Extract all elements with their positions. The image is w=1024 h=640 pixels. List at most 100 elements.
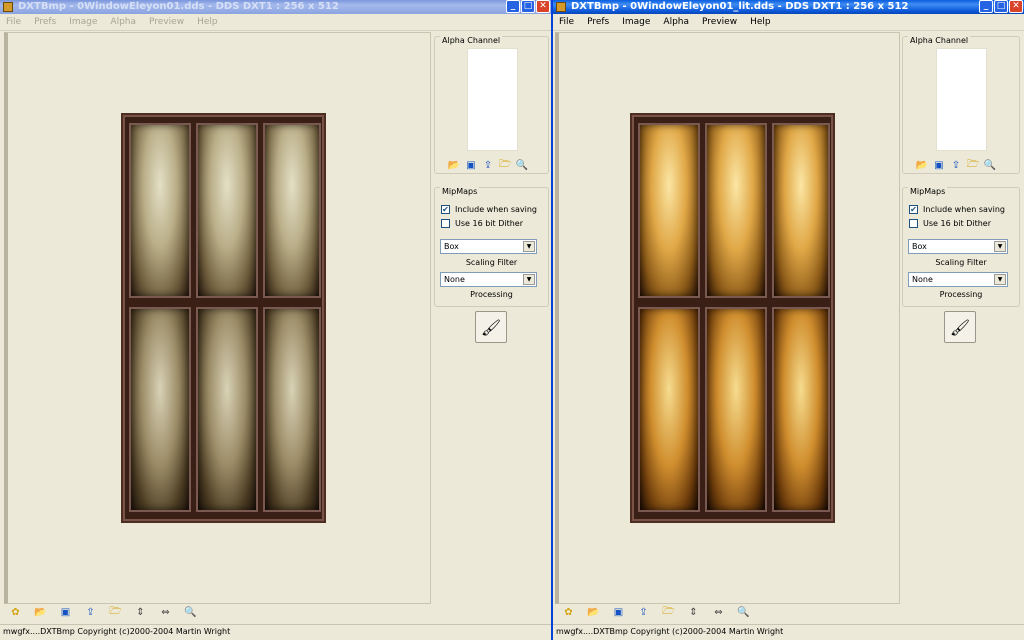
open-folder-icon[interactable]: 📂 (914, 158, 930, 172)
export-icon[interactable]: ⇪ (634, 604, 653, 621)
export-icon[interactable]: ⇪ (480, 158, 496, 172)
window-pane (263, 307, 321, 512)
scaling-filter-label: Scaling Filter (935, 258, 987, 267)
open-folder-icon[interactable]: 📂 (584, 604, 603, 621)
checkbox-label: Include when saving (923, 205, 1005, 214)
zoom-icon[interactable]: 🔍 (181, 604, 200, 621)
chevron-down-icon[interactable]: ▼ (523, 241, 535, 252)
butterfly-icon[interactable]: ✿ (6, 604, 25, 621)
view-icon[interactable]: 🔍 (982, 158, 998, 172)
title-bar[interactable]: DXTBmp - 0WindowEleyon01_lit.dds - DDS D… (553, 0, 1024, 14)
import-icon[interactable]: ▣ (609, 604, 628, 621)
zoom-icon[interactable]: 🔍 (734, 604, 753, 621)
title-bar[interactable]: DXTBmp - 0WindowEleyon01.dds - DDS DXT1 … (0, 0, 551, 14)
window-pane (772, 307, 830, 512)
group-title: Alpha Channel (908, 36, 971, 45)
menu-preview[interactable]: Preview (696, 17, 744, 27)
bottom-toolbar: ✿ 📂 ▣ ⇪ 🗁 ⇕ ⇔ 🔍 (0, 604, 200, 621)
open-folder-icon[interactable]: 📂 (446, 158, 462, 172)
menu-alpha[interactable]: Alpha (657, 17, 696, 27)
export-icon[interactable]: ⇪ (948, 158, 964, 172)
folder-icon[interactable]: 🗁 (497, 158, 513, 172)
menu-prefs[interactable]: Prefs (28, 17, 63, 27)
processing-label: Processing (939, 290, 983, 299)
window-pane (705, 307, 767, 512)
window-pane (705, 123, 767, 298)
view-icon[interactable]: 🔍 (514, 158, 530, 172)
menu-preview[interactable]: Preview (143, 17, 191, 27)
maximize-button[interactable]: □ (521, 0, 535, 13)
checkbox-box[interactable]: ✔ (909, 205, 918, 214)
checkbox-box[interactable]: ✔ (441, 205, 450, 214)
flip-vertical-icon[interactable]: ⇕ (684, 604, 703, 621)
paint-brushes-button[interactable]: 🖌 (475, 311, 507, 343)
window-texture-image (630, 113, 835, 523)
select-value: Box (912, 242, 927, 251)
folder-icon[interactable]: 🗁 (659, 604, 678, 621)
alpha-preview (936, 48, 987, 151)
menu-help[interactable]: Help (744, 17, 778, 27)
menu-help[interactable]: Help (191, 17, 225, 27)
menu-image[interactable]: Image (616, 17, 657, 27)
paint-brushes-icon: 🖌 (949, 317, 971, 337)
flip-vertical-icon[interactable]: ⇕ (131, 604, 150, 621)
processing-select[interactable]: None ▼ (908, 272, 1008, 287)
import-icon[interactable]: ▣ (931, 158, 947, 172)
group-title: MipMaps (440, 187, 480, 196)
include-when-saving-checkbox[interactable]: ✔ Include when saving (909, 205, 1005, 214)
window-pane (196, 307, 258, 512)
import-icon[interactable]: ▣ (56, 604, 75, 621)
menu-file[interactable]: File (0, 17, 28, 27)
menu-prefs[interactable]: Prefs (581, 17, 616, 27)
chevron-down-icon[interactable]: ▼ (523, 274, 535, 285)
dxtbmp-window-right: DXTBmp - 0WindowEleyon01_lit.dds - DDS D… (553, 0, 1024, 640)
use-16-bit-dither-checkbox[interactable]: Use 16 bit Dither (909, 219, 991, 228)
export-icon[interactable]: ⇪ (81, 604, 100, 621)
use-16-bit-dither-checkbox[interactable]: Use 16 bit Dither (441, 219, 523, 228)
paint-brushes-button[interactable]: 🖌 (944, 311, 976, 343)
scaling-filter-select[interactable]: Box ▼ (908, 239, 1008, 254)
image-viewport[interactable] (4, 32, 431, 604)
menu-file[interactable]: File (553, 17, 581, 27)
scaling-filter-select[interactable]: Box ▼ (440, 239, 537, 254)
alpha-channel-group: Alpha Channel 📂 ▣ ⇪ 🗁 🔍 (902, 36, 1020, 174)
window-pane (263, 123, 321, 298)
select-value: Box (444, 242, 459, 251)
window-pane (638, 307, 700, 512)
flip-horizontal-icon[interactable]: ⇔ (156, 604, 175, 621)
menu-bar: File Prefs Image Alpha Preview Help (553, 14, 1024, 31)
processing-select[interactable]: None ▼ (440, 272, 537, 287)
menu-alpha[interactable]: Alpha (104, 17, 143, 27)
import-icon[interactable]: ▣ (463, 158, 479, 172)
open-folder-icon[interactable]: 📂 (31, 604, 50, 621)
include-when-saving-checkbox[interactable]: ✔ Include when saving (441, 205, 537, 214)
checkbox-label: Use 16 bit Dither (923, 219, 991, 228)
checkbox-box[interactable] (909, 219, 918, 228)
image-viewport[interactable] (555, 32, 900, 604)
window-pane (196, 123, 258, 298)
folder-icon[interactable]: 🗁 (965, 158, 981, 172)
folder-icon[interactable]: 🗁 (106, 604, 125, 621)
select-value: None (444, 275, 465, 284)
chevron-down-icon[interactable]: ▼ (994, 274, 1006, 285)
butterfly-icon[interactable]: ✿ (559, 604, 578, 621)
maximize-button[interactable]: □ (994, 0, 1008, 13)
flip-horizontal-icon[interactable]: ⇔ (709, 604, 728, 621)
minimize-button[interactable]: _ (506, 0, 520, 13)
app-icon (556, 2, 566, 12)
alpha-preview (467, 48, 518, 151)
checkbox-box[interactable] (441, 219, 450, 228)
menu-image[interactable]: Image (63, 17, 104, 27)
close-button[interactable]: ✕ (1009, 0, 1023, 13)
window-title: DXTBmp - 0WindowEleyon01_lit.dds - DDS D… (571, 1, 909, 12)
chevron-down-icon[interactable]: ▼ (994, 241, 1006, 252)
select-value: None (912, 275, 933, 284)
app-icon (3, 2, 13, 12)
window-title: DXTBmp - 0WindowEleyon01.dds - DDS DXT1 … (18, 1, 339, 12)
minimize-button[interactable]: _ (979, 0, 993, 13)
status-bar: mwgfx....DXTBmp Copyright (c)2000-2004 M… (0, 624, 551, 640)
scaling-filter-label: Scaling Filter (465, 258, 518, 267)
window-texture-image (121, 113, 326, 523)
close-button[interactable]: ✕ (536, 0, 550, 13)
alpha-channel-group: Alpha Channel 📂 ▣ ⇪ 🗁 🔍 (434, 36, 549, 174)
